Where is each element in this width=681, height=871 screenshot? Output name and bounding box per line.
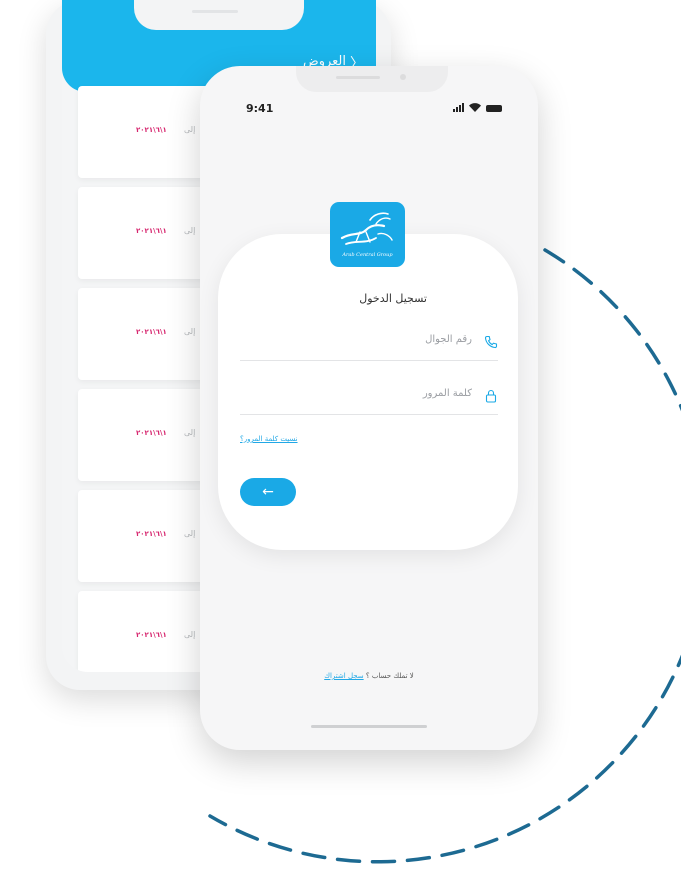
offer-to-label: إلى bbox=[184, 327, 196, 336]
offer-to-label: إلى bbox=[184, 125, 196, 134]
password-field[interactable]: كلمة المرور bbox=[240, 384, 498, 415]
forgot-password-link[interactable]: نسيت كلمة المرور؟ bbox=[240, 435, 298, 443]
signal-icon bbox=[453, 103, 464, 112]
login-phone-notch bbox=[296, 66, 448, 92]
signup-row: لا تملك حساب ؟ سجل اشتراك bbox=[200, 672, 538, 680]
offer-to-label: إلى bbox=[184, 529, 196, 538]
offer-to-label: إلى bbox=[184, 226, 196, 235]
status-icons bbox=[453, 103, 502, 112]
login-phone-frame: 9:41 Arab Central Group تسجيل الدخول رقم… bbox=[200, 66, 538, 750]
home-indicator bbox=[311, 725, 427, 728]
wifi-icon bbox=[469, 103, 481, 112]
password-placeholder: كلمة المرور bbox=[422, 388, 472, 399]
phone-icon bbox=[484, 335, 498, 349]
signup-link[interactable]: سجل اشتراك bbox=[324, 672, 363, 680]
offer-date: ١\٦\٢٠٢١ bbox=[136, 530, 167, 538]
signup-prompt: لا تملك حساب ؟ bbox=[365, 672, 414, 680]
lock-icon bbox=[485, 389, 497, 403]
logo-text: Arab Central Group bbox=[342, 252, 393, 258]
phone-placeholder: رقم الجوال bbox=[425, 334, 472, 345]
offer-date: ١\٦\٢٠٢١ bbox=[136, 126, 167, 134]
status-time: 9:41 bbox=[246, 102, 274, 115]
offer-to-label: إلى bbox=[184, 428, 196, 437]
offer-date: ١\٦\٢٠٢١ bbox=[136, 227, 167, 235]
app-logo: Arab Central Group bbox=[330, 202, 405, 267]
offers-phone-notch bbox=[134, 0, 304, 30]
phone-field[interactable]: رقم الجوال bbox=[240, 330, 498, 361]
arrow-left-icon: ← bbox=[262, 484, 274, 500]
offer-date: ١\٦\٢٠٢١ bbox=[136, 429, 167, 437]
login-title: تسجيل الدخول bbox=[359, 292, 427, 305]
login-submit-button[interactable]: ← bbox=[240, 478, 296, 506]
offer-date: ١\٦\٢٠٢١ bbox=[136, 328, 167, 336]
offer-to-label: إلى bbox=[184, 630, 196, 639]
offer-date: ١\٦\٢٠٢١ bbox=[136, 631, 167, 639]
battery-icon bbox=[486, 105, 502, 112]
